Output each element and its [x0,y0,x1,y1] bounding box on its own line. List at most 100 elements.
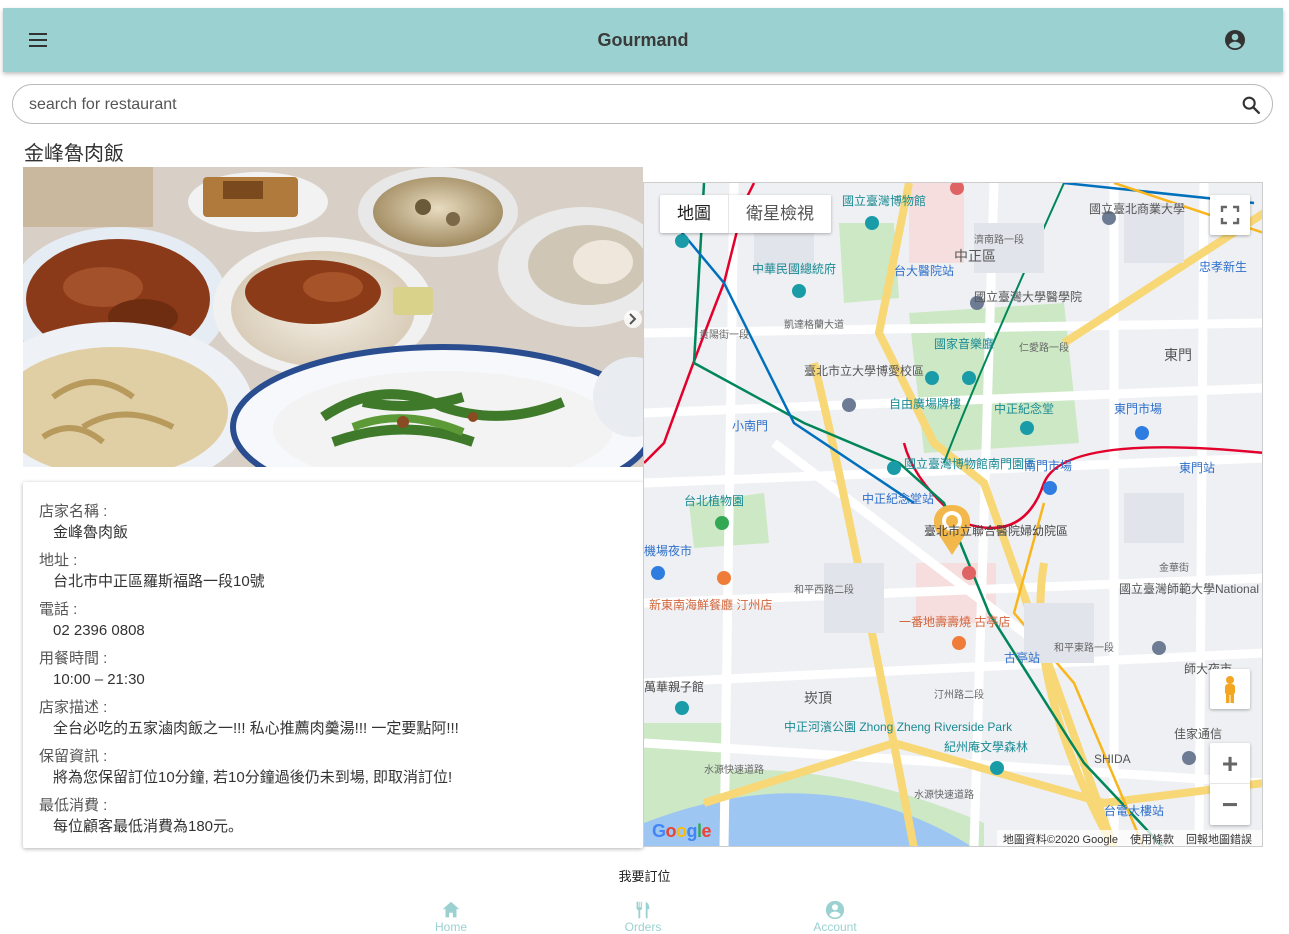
info-row-min-spend: 最低消費 : 每位顧客最低消費為180元。 [39,796,627,838]
map-label: 東門市場 [1114,401,1162,416]
hospital-icon [962,566,976,580]
zoom-out-button[interactable]: − [1210,784,1250,825]
map-label: 佳家通信 [1174,726,1222,741]
nav-account-label: Account [813,920,857,934]
info-row-hours: 用餐時間 : 10:00 – 21:30 [39,649,627,691]
nav-account[interactable]: Account [795,896,875,934]
reserve-button[interactable]: 我要訂位 [0,866,1289,885]
info-label: 店家名稱 : [39,503,108,520]
map-label: 南門市場 [1024,458,1072,473]
map-label: 新東南海鮮餐廳 汀州店 [649,597,772,612]
map-report-link[interactable]: 回報地圖錯誤 [1186,831,1252,846]
info-value: 全台必吃的五家滷肉飯之一!!! 私心推薦肉羹湯!!! 一定要點阿!!! [53,720,459,737]
map-label: 和平東路一段 [1054,641,1114,654]
photo-icon [675,701,689,715]
nav-home-label: Home [434,920,467,934]
map-label: 中正紀念堂站 [862,491,934,506]
pegman-icon [1225,676,1235,703]
info-label: 最低消費 : [39,797,108,814]
map-label: 汀州路二段 [934,688,984,701]
map-label: 台電大樓站 [1104,803,1164,818]
map-label: 國立臺灣博物館 [842,193,926,208]
map-label: 貴陽街一段 [699,328,749,341]
map-label: 國立臺灣大學醫學院 [974,289,1082,304]
map-type-toggle: 地圖 衛星檢視 [660,195,831,233]
museum-icon [887,461,901,475]
info-label: 地址 : [39,552,78,569]
search-input[interactable] [29,93,1209,117]
map-view[interactable]: 國立臺灣博物館 中華民國總統府 國家音樂廳 自由廣場牌樓 中正紀念堂 國立臺灣博… [643,182,1263,847]
info-row-name: 店家名稱 : 金峰魯肉飯 [39,502,627,544]
info-value: 金峰魯肉飯 [53,524,129,541]
search-icon[interactable] [1240,94,1262,116]
app-bar: Gourmand [3,8,1283,72]
map-label: 國立臺灣師範大學National Taiwan Normal... [1119,581,1263,596]
info-value: 台北市中正區羅斯福路一段10號 [53,573,265,590]
restaurant-title: 金峰魯肉飯 [24,143,124,165]
map-terms-link[interactable]: 使用條款 [1130,831,1174,846]
museum-icon [865,216,879,230]
info-value: 02 2396 0808 [53,622,145,639]
info-value: 每位顧客最低消費為180元。 [53,818,244,835]
map-label: 機場夜市 [644,543,692,558]
restaurant-icon [636,901,650,919]
map-label: 水源快速道路 [704,763,764,776]
zoom-controls: + − [1210,743,1250,825]
search-bar [12,84,1273,124]
map-label: 金華街 [1159,561,1189,574]
nav-home[interactable]: Home [411,896,491,934]
home-icon [442,901,460,918]
fullscreen-button[interactable] [1210,195,1250,235]
garden-icon [715,516,729,530]
map-label: 萬華親子館 [644,679,704,694]
map-label: 古亭站 [1004,650,1040,665]
map-attribution: 地圖資料©2020 Google [1002,834,1118,846]
info-row-hold: 保留資訊 : 將為您保留訂位10分鐘, 若10分鐘過後仍未到場, 即取消訂位! [39,747,627,789]
map-type-map-button[interactable]: 地圖 [660,195,728,233]
app-title: Gourmand [597,30,689,50]
map-label: 國立臺北商業大學 [1089,201,1185,216]
info-label: 用餐時間 : [39,650,108,667]
info-value: 將為您保留訂位10分鐘, 若10分鐘過後仍未到場, 即取消訂位! [53,769,453,786]
account-circle-icon [825,900,845,920]
map-label: 仁愛路一段 [1019,341,1069,354]
map-label: 中正區 [954,248,996,264]
university-icon [1152,641,1166,655]
info-row-address: 地址 : 台北市中正區羅斯福路一段10號 [39,551,627,593]
map-type-satellite-button[interactable]: 衛星檢視 [728,195,831,233]
park-icon [990,761,1004,775]
google-logo: Google [652,821,712,841]
map-label: 水源快速道路 [914,788,974,801]
map-footer: 地圖資料©2020 Google 使用條款 回報地圖錯誤 [996,830,1262,846]
map-label: 國立臺灣博物館南門園區 [904,456,1036,471]
restaurant-photo [23,167,643,467]
info-label: 保留資訊 : [39,748,108,765]
map-label: 濟南路一段 [974,233,1024,246]
map-label: 自由廣場牌樓 [889,396,961,411]
info-label: 店家描述 : [39,699,108,716]
map-label: 一番地壽壽燒 古亭店 [899,614,1010,629]
map-label: 臺北市立大學博愛校區 [804,363,924,378]
fullscreen-icon [1220,205,1240,225]
cks-icon [1020,421,1034,435]
map-label: 凱達格蘭大道 [784,318,844,331]
info-label: 電話 : [39,601,78,618]
zoom-in-button[interactable]: + [1210,743,1250,784]
nav-orders[interactable]: Orders [603,896,683,934]
map-label: 國家音樂廳 [934,336,994,351]
carousel-next-icon[interactable] [624,310,642,328]
info-row-description: 店家描述 : 全台必吃的五家滷肉飯之一!!! 私心推薦肉羹湯!!! 一定要點阿!… [39,698,627,740]
account-circle-icon[interactable] [1223,28,1247,52]
map-label: 東門 [1164,347,1192,363]
map-label: 中華民國總統府 [752,261,836,276]
map-label: 中正河濱公園 Zhong Zheng Riverside Park [784,719,1013,734]
street-view-pegman[interactable] [1210,669,1250,709]
info-row-phone: 電話 : 02 2396 0808 [39,600,627,642]
bottom-navigation: Home Orders Account [3,896,1283,934]
info-value: 10:00 – 21:30 [53,671,145,688]
map-label: 崁頂 [804,690,832,706]
map-label: 台北植物園 [684,493,744,508]
landmark-icon [792,284,806,298]
map-label: SHIDA [1094,752,1131,766]
map-label: 臺北市立聯合醫院婦幼院區 [924,523,1068,538]
